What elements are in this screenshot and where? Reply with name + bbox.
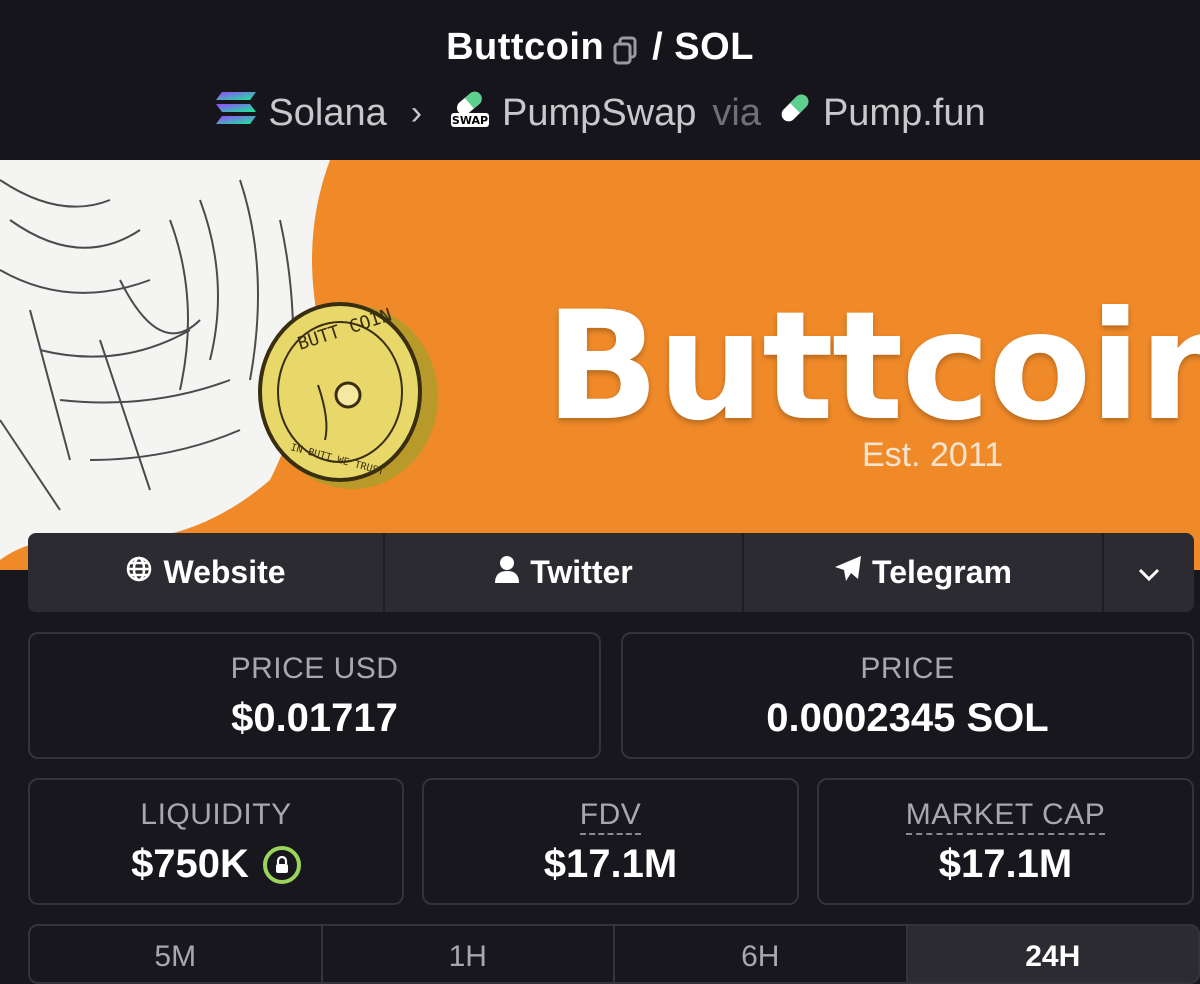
tab-6h[interactable]: 6H: [615, 926, 908, 982]
via-text: via: [712, 91, 761, 134]
token-name: Buttcoin: [446, 26, 605, 68]
svg-text:SWAP: SWAP: [452, 114, 488, 127]
chevron-down-icon: [1137, 554, 1161, 591]
liquidity-value: $750K: [131, 842, 249, 886]
dex-name: PumpSwap: [502, 91, 697, 134]
market-cap-label[interactable]: MARKET CAP: [905, 798, 1106, 835]
pill-icon: [777, 90, 813, 136]
market-cap-value: $17.1M: [938, 842, 1073, 886]
website-label: Website: [163, 554, 286, 590]
paper-plane-icon: [834, 554, 862, 591]
liquidity-label: LIQUIDITY: [140, 798, 292, 831]
solana-icon: [214, 90, 258, 136]
price-native-label: PRICE: [860, 652, 955, 685]
social-links-bar: Website Twitter Telegram: [28, 533, 1194, 612]
pair-quote: / SOL: [652, 26, 754, 68]
fdv-card: FDV $17.1M: [422, 778, 799, 905]
chevron-right-icon: ›: [410, 93, 423, 132]
fdv-label[interactable]: FDV: [579, 798, 642, 835]
market-cap-label-wrap: MARKET CAP: [819, 798, 1192, 835]
globe-icon: [125, 554, 153, 591]
tab-1h[interactable]: 1H: [323, 926, 615, 982]
website-button[interactable]: Website: [28, 533, 385, 612]
market-cap-card: MARKET CAP $17.1M: [817, 778, 1194, 905]
coin-icon: BUTT COIN IN BUTT WE TRUST: [258, 302, 438, 489]
tab-5m[interactable]: 5M: [30, 926, 323, 982]
lock-icon[interactable]: [262, 845, 301, 884]
pair-title: Buttcoin / SOL: [0, 26, 1200, 69]
fdv-label-wrap: FDV: [424, 798, 797, 835]
more-links-button[interactable]: [1104, 533, 1194, 612]
copy-icon[interactable]: [612, 33, 638, 64]
user-icon: [494, 554, 520, 591]
banner-title: Buttcoin: [545, 280, 1200, 454]
launchpad-name: Pump.fun: [822, 91, 986, 134]
telegram-button[interactable]: Telegram: [744, 533, 1104, 612]
liquidity-card: LIQUIDITY $750K: [28, 778, 404, 905]
launchpad-link[interactable]: Pump.fun: [777, 90, 986, 136]
banner-subtitle: Est. 2011: [862, 436, 1004, 474]
dex-link[interactable]: SWAP PumpSwap: [448, 86, 696, 140]
token-banner: BUTT COIN IN BUTT WE TRUST Buttcoin Est.…: [0, 160, 1200, 570]
price-usd-value: $0.01717: [231, 696, 398, 740]
price-usd-label: PRICE USD: [230, 652, 399, 685]
liquidity-value-row: $750K: [30, 842, 402, 887]
breadcrumb: Solana › SWAP PumpSwap via Pump.fun: [0, 86, 1200, 140]
chain-name: Solana: [268, 91, 387, 134]
price-native-card: PRICE 0.0002345 SOL: [621, 632, 1194, 759]
pumpswap-icon: SWAP: [448, 86, 492, 140]
fdv-value: $17.1M: [543, 842, 678, 886]
chain-link[interactable]: Solana: [214, 90, 387, 136]
price-usd-card: PRICE USD $0.01717: [28, 632, 601, 759]
twitter-button[interactable]: Twitter: [385, 533, 744, 612]
price-native-value: 0.0002345 SOL: [766, 696, 1049, 740]
pair-header: Buttcoin / SOL Solana › SWAP PumpSwap vi…: [0, 0, 1200, 160]
telegram-label: Telegram: [872, 554, 1012, 590]
timeframe-tabs: 5M 1H 6H 24H: [28, 924, 1200, 984]
tab-24h[interactable]: 24H: [907, 926, 1198, 982]
twitter-label: Twitter: [530, 554, 633, 590]
